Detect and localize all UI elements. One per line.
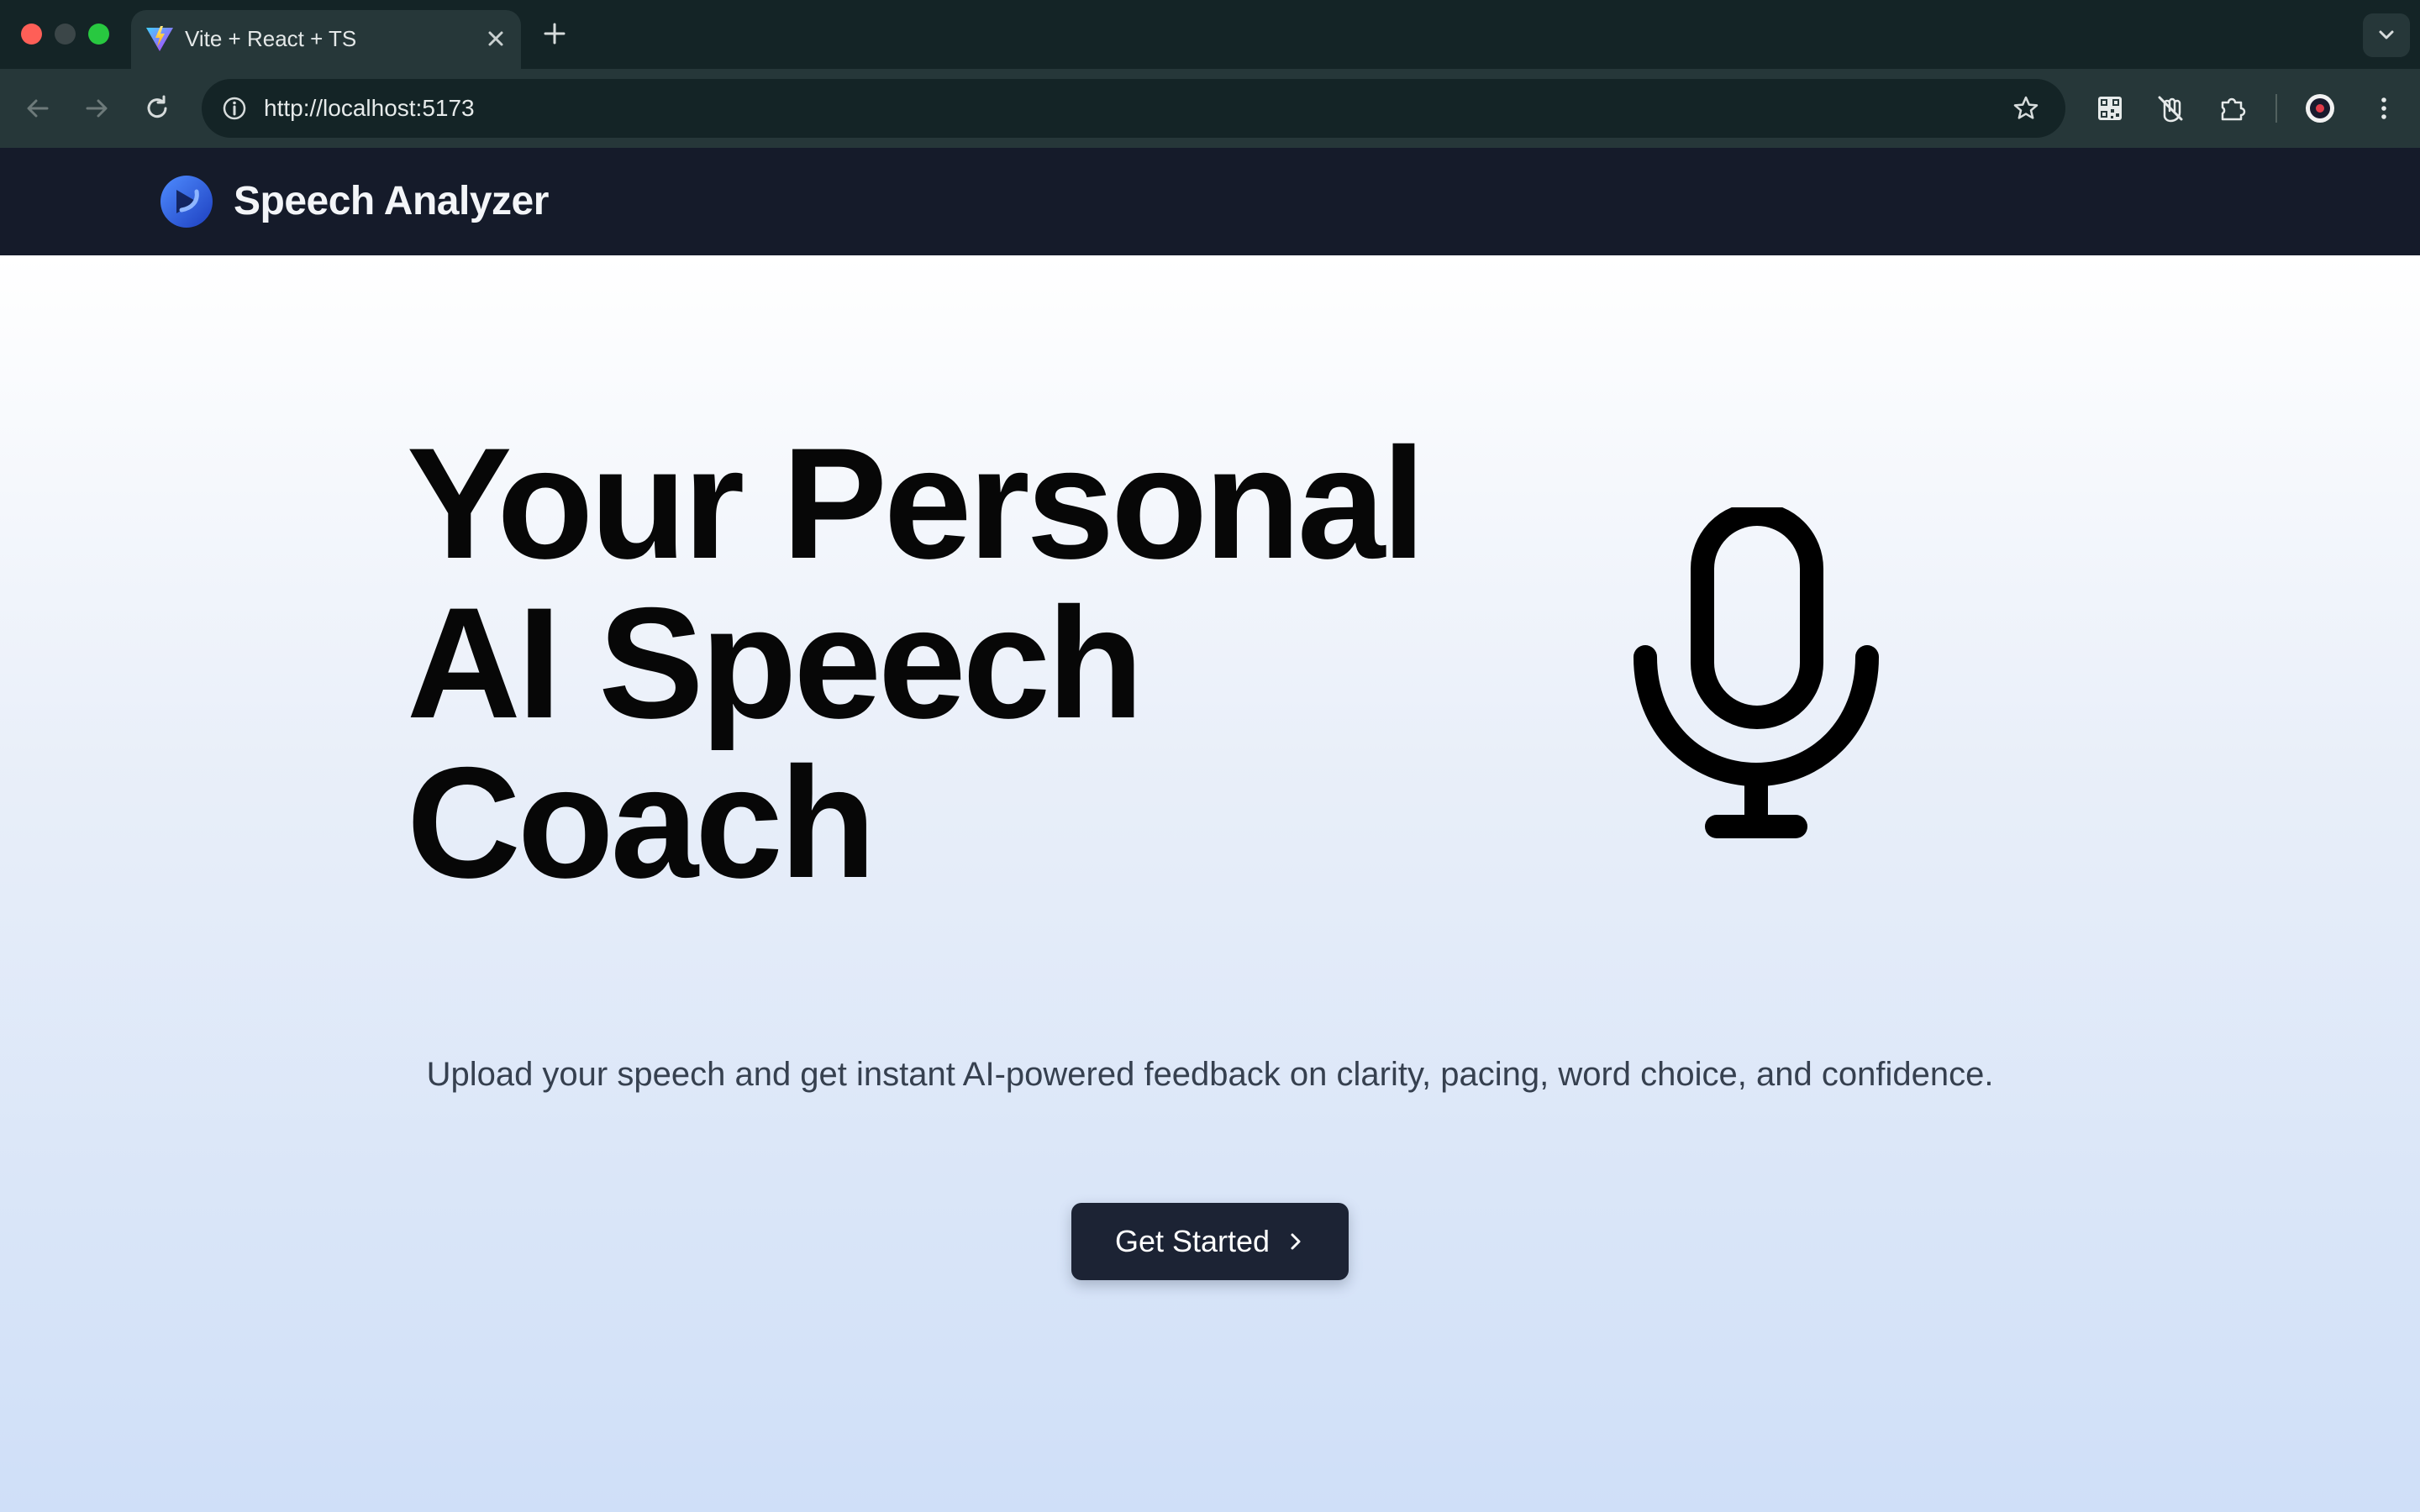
info-icon[interactable]: [217, 91, 252, 126]
browser-tab[interactable]: Vite + React + TS: [131, 10, 521, 69]
arrow-right-icon[interactable]: [79, 91, 114, 126]
minimize-window-button[interactable]: [55, 24, 76, 45]
tab-title: Vite + React + TS: [185, 26, 357, 51]
reload-icon[interactable]: [139, 91, 175, 126]
new-tab-button[interactable]: [538, 17, 571, 50]
chevron-right-icon: [1291, 1233, 1301, 1250]
headline-line: AI Speech: [407, 575, 1144, 751]
url-text[interactable]: http://localhost:5173: [264, 93, 475, 123]
app-header: Speech Analyzer: [0, 148, 2420, 255]
star-icon[interactable]: [2008, 91, 2044, 126]
browser-toolbar: http://localhost:5173: [0, 69, 2420, 148]
close-icon[interactable]: [479, 22, 513, 55]
hero-subtitle: Upload your speech and get instant AI-po…: [426, 1056, 1994, 1093]
microphone-icon: [1634, 507, 1879, 838]
address-bar[interactable]: http://localhost:5173: [202, 79, 2065, 138]
chevron-down-icon: [2379, 30, 2394, 39]
toolbar-divider: [2275, 94, 2277, 123]
vite-logo-icon: [146, 26, 173, 51]
avatar-icon[interactable]: [2302, 91, 2338, 126]
kebab-menu-icon[interactable]: [2366, 91, 2402, 126]
arrow-left-icon[interactable]: [20, 91, 55, 126]
maximize-window-button[interactable]: [88, 24, 109, 45]
get-started-button[interactable]: Get Started: [1071, 1203, 1349, 1280]
hero-headline: Your Personal AI Speech Coach: [407, 423, 1499, 902]
plus-icon: [544, 23, 566, 45]
puzzle-icon[interactable]: [2215, 91, 2250, 126]
close-window-button[interactable]: [21, 24, 42, 45]
app-title[interactable]: Speech Analyzer: [234, 176, 549, 227]
browser-tab-strip: Vite + React + TS: [0, 0, 2420, 69]
headline-line: Coach: [407, 734, 876, 911]
hero-section: Your Personal AI Speech Coach Upload you…: [0, 255, 2420, 1512]
get-started-label: Get Started: [1114, 1224, 1270, 1258]
tracker-off-icon[interactable]: [2153, 91, 2188, 126]
tab-search-button[interactable]: [2363, 13, 2410, 57]
speech-analyzer-logo-icon[interactable]: [160, 175, 213, 228]
qr-code-icon[interactable]: [2092, 91, 2128, 126]
headline-line: Your Personal: [407, 415, 1426, 591]
